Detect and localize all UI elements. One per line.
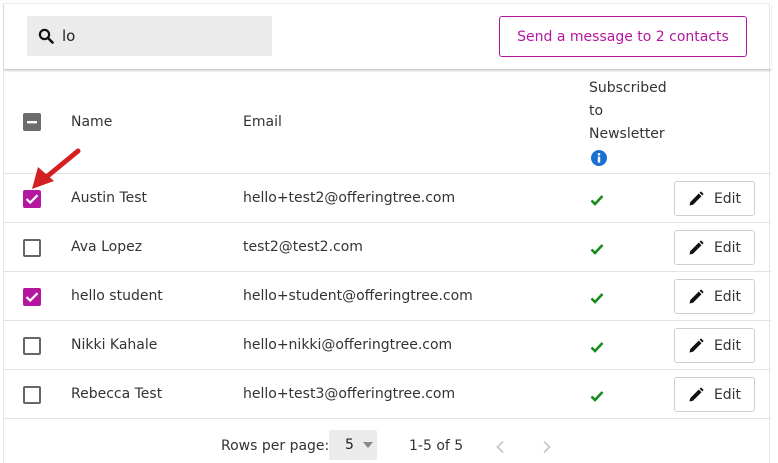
- select-all-checkbox[interactable]: [23, 113, 41, 131]
- search-box[interactable]: lo: [27, 16, 272, 56]
- edit-button[interactable]: Edit: [674, 230, 755, 265]
- row-checkbox[interactable]: [23, 239, 41, 257]
- table-header: Name Email Subscribed to Newsletter: [4, 70, 771, 174]
- send-message-button[interactable]: Send a message to 2 contacts: [499, 16, 747, 57]
- page-range: 1-5 of 5: [409, 438, 464, 454]
- contact-email: hello+nikki@offeringtree.com: [243, 337, 453, 353]
- indeterminate-icon: [27, 121, 37, 124]
- dropdown-arrow-icon: [362, 442, 373, 448]
- rows-per-page-label: Rows per page:: [221, 438, 330, 454]
- subscribed-check-icon: [590, 391, 604, 402]
- next-page-icon[interactable]: [542, 440, 552, 454]
- contact-email: hello+test3@offeringtree.com: [243, 386, 456, 402]
- table-row: Ava Lopez test2@test2.com Edit: [4, 223, 771, 272]
- contact-name: Rebecca Test: [71, 386, 163, 402]
- pencil-icon: [689, 338, 704, 352]
- row-checkbox[interactable]: [23, 337, 41, 355]
- pencil-icon: [689, 387, 704, 401]
- edit-label: Edit: [713, 239, 742, 256]
- contact-name: Nikki Kahale: [71, 337, 158, 353]
- row-checkbox[interactable]: [23, 288, 41, 306]
- column-header-name[interactable]: Name: [71, 114, 112, 130]
- subscribed-check-icon: [590, 244, 604, 255]
- contact-name: Ava Lopez: [71, 239, 143, 255]
- pencil-icon: [689, 289, 704, 303]
- contact-name: hello student: [71, 288, 163, 304]
- subscribed-check-icon: [590, 342, 604, 353]
- rows-per-page-value: 5: [345, 437, 354, 453]
- contact-email: test2@test2.com: [243, 239, 363, 255]
- subscribed-check-icon: [590, 293, 604, 304]
- table-row: hello student hello+student@offeringtree…: [4, 272, 771, 321]
- toolbar: lo Send a message to 2 contacts: [4, 4, 771, 70]
- pencil-icon: [689, 240, 704, 254]
- column-header-subscribed-line3: Newsletter: [589, 126, 665, 142]
- table-row: Nikki Kahale hello+nikki@offeringtree.co…: [4, 321, 771, 370]
- search-icon: [38, 28, 54, 44]
- edit-label: Edit: [713, 386, 742, 403]
- edit-label: Edit: [713, 337, 742, 354]
- pagination-bar: Rows per page: 5 1-5 of 5: [4, 418, 771, 463]
- previous-page-icon[interactable]: [495, 440, 505, 454]
- info-icon[interactable]: [591, 150, 607, 166]
- edit-button[interactable]: Edit: [674, 181, 755, 216]
- column-header-subscribed-line1: Subscribed: [589, 80, 667, 96]
- column-header-subscribed-line2: to: [589, 103, 604, 119]
- edit-button[interactable]: Edit: [674, 279, 755, 314]
- table-row: Austin Test hello+test2@offeringtree.com…: [4, 174, 771, 223]
- edit-button[interactable]: Edit: [674, 328, 755, 363]
- table-row: Rebecca Test hello+test3@offeringtree.co…: [4, 370, 771, 419]
- row-checkbox[interactable]: [23, 386, 41, 404]
- column-header-email[interactable]: Email: [243, 114, 282, 130]
- check-icon: [25, 292, 39, 303]
- edit-label: Edit: [713, 190, 742, 207]
- subscribed-check-icon: [590, 195, 604, 206]
- pencil-icon: [689, 191, 704, 205]
- search-input[interactable]: lo: [62, 27, 75, 45]
- rows-per-page-select[interactable]: 5: [329, 430, 377, 460]
- contacts-panel: lo Send a message to 2 contacts Name Ema…: [3, 3, 771, 463]
- annotation-arrow-icon: [32, 148, 81, 189]
- contact-email: hello+student@offeringtree.com: [243, 288, 473, 304]
- edit-button[interactable]: Edit: [674, 377, 755, 412]
- edit-label: Edit: [713, 288, 742, 305]
- contact-email: hello+test2@offeringtree.com: [243, 190, 456, 206]
